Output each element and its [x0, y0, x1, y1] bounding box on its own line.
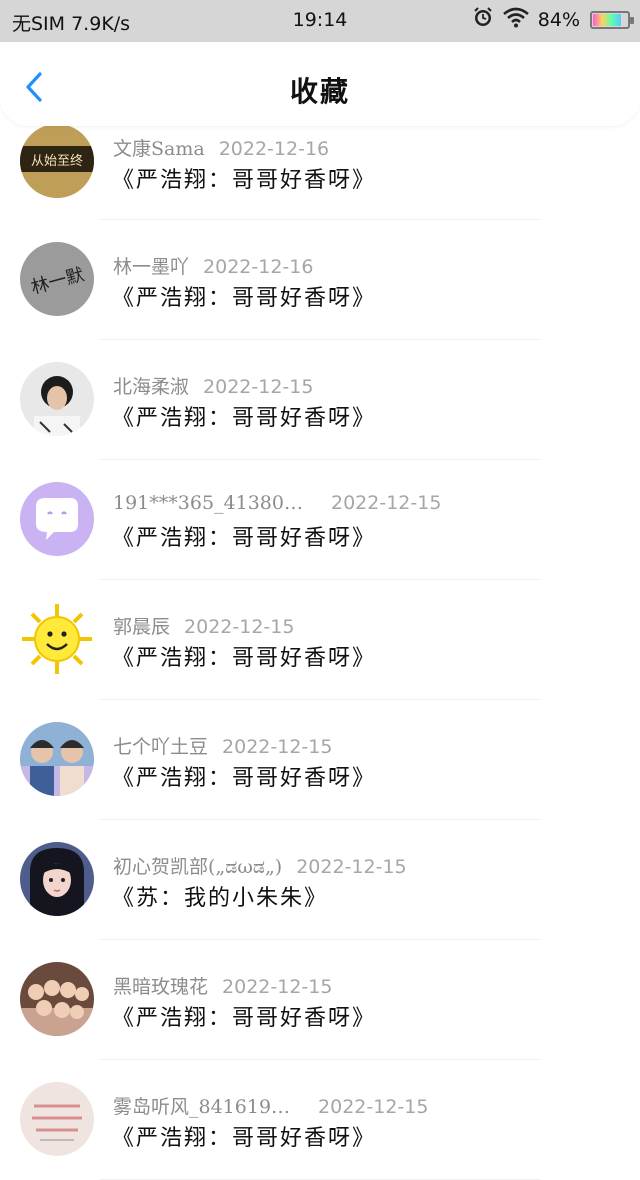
- avatar: 林一默: [20, 242, 94, 316]
- list-item[interactable]: 191***365_41380… 2022-12-15 《严浩翔：哥哥好香呀》: [0, 460, 640, 580]
- battery-icon: [590, 10, 634, 29]
- avatar: [20, 362, 94, 436]
- status-bar: 无SIM 7.9K/s 19:14 84%: [0, 0, 640, 42]
- post-title: 《严浩翔：哥哥好香呀》: [112, 766, 377, 791]
- avatar: [20, 1082, 94, 1156]
- username: 郭晨辰: [113, 616, 171, 638]
- post-title: 《严浩翔：哥哥好香呀》: [112, 406, 377, 431]
- post-date: 2022-12-15: [203, 376, 314, 398]
- favorites-list: 从始至终 文康Sama 2022-12-16 《严浩翔：哥哥好香呀》 林一默 林一…: [0, 100, 640, 1180]
- avatar: [20, 482, 94, 556]
- nav-bar: 收藏: [0, 42, 640, 126]
- post-title: 《严浩翔：哥哥好香呀》: [112, 1006, 377, 1031]
- username: 林一墨吖: [113, 256, 190, 278]
- username: 文康Sama: [113, 138, 205, 160]
- status-icons: 84%: [472, 6, 634, 33]
- list-item[interactable]: 林一默 林一墨吖 2022-12-16 《严浩翔：哥哥好香呀》: [0, 220, 640, 340]
- post-date: 2022-12-15: [184, 616, 295, 638]
- post-date: 2022-12-15: [222, 976, 333, 998]
- username: 雾岛听风_841619…: [113, 1096, 291, 1118]
- list-item[interactable]: 北海柔淑 2022-12-15 《严浩翔：哥哥好香呀》: [0, 340, 640, 460]
- avatar-caption: 从始至终: [31, 153, 83, 169]
- list-item[interactable]: 雾岛听风_841619… 2022-12-15 《严浩翔：哥哥好香呀》: [0, 1060, 640, 1180]
- post-date: 2022-12-16: [203, 256, 314, 278]
- battery-percent: 84%: [537, 8, 580, 31]
- post-title: 《严浩翔：哥哥好香呀》: [112, 526, 377, 551]
- post-date: 2022-12-16: [218, 138, 330, 160]
- avatar: [20, 602, 94, 676]
- post-title: 《苏：我的小朱朱》: [112, 886, 329, 911]
- post-title: 《严浩翔：哥哥好香呀》: [112, 286, 377, 311]
- list-item[interactable]: 黑暗玫瑰花 2022-12-15 《严浩翔：哥哥好香呀》: [0, 940, 640, 1060]
- page-title: 收藏: [289, 75, 350, 108]
- alarm-icon: [472, 6, 494, 33]
- avatar: [20, 722, 94, 796]
- post-title: 《严浩翔：哥哥好香呀》: [112, 646, 377, 671]
- username: 191***365_41380…: [113, 492, 303, 514]
- post-date: 2022-12-15: [222, 736, 333, 758]
- post-title: 《严浩翔：哥哥好香呀》: [112, 168, 377, 193]
- username: 初心贺凯部(„ಡωಡ„): [113, 856, 283, 878]
- avatar: [20, 842, 94, 916]
- post-date: 2022-12-15: [330, 492, 442, 514]
- username: 北海柔淑: [113, 376, 190, 398]
- wifi-icon: [502, 6, 530, 33]
- username: 黑暗玫瑰花: [113, 976, 209, 998]
- avatar: 从始至终: [20, 124, 94, 198]
- post-date: 2022-12-15: [296, 856, 407, 878]
- avatar: [20, 962, 94, 1036]
- username: 七个吖土豆: [113, 736, 209, 758]
- list-item[interactable]: 七个吖土豆 2022-12-15 《严浩翔：哥哥好香呀》: [0, 700, 640, 820]
- post-title: 《严浩翔：哥哥好香呀》: [112, 1126, 377, 1151]
- list-item[interactable]: 初心贺凯部(„ಡωಡ„) 2022-12-15 《苏：我的小朱朱》: [0, 820, 640, 940]
- list-item[interactable]: 郭晨辰 2022-12-15 《严浩翔：哥哥好香呀》: [0, 580, 640, 700]
- post-date: 2022-12-15: [318, 1096, 429, 1118]
